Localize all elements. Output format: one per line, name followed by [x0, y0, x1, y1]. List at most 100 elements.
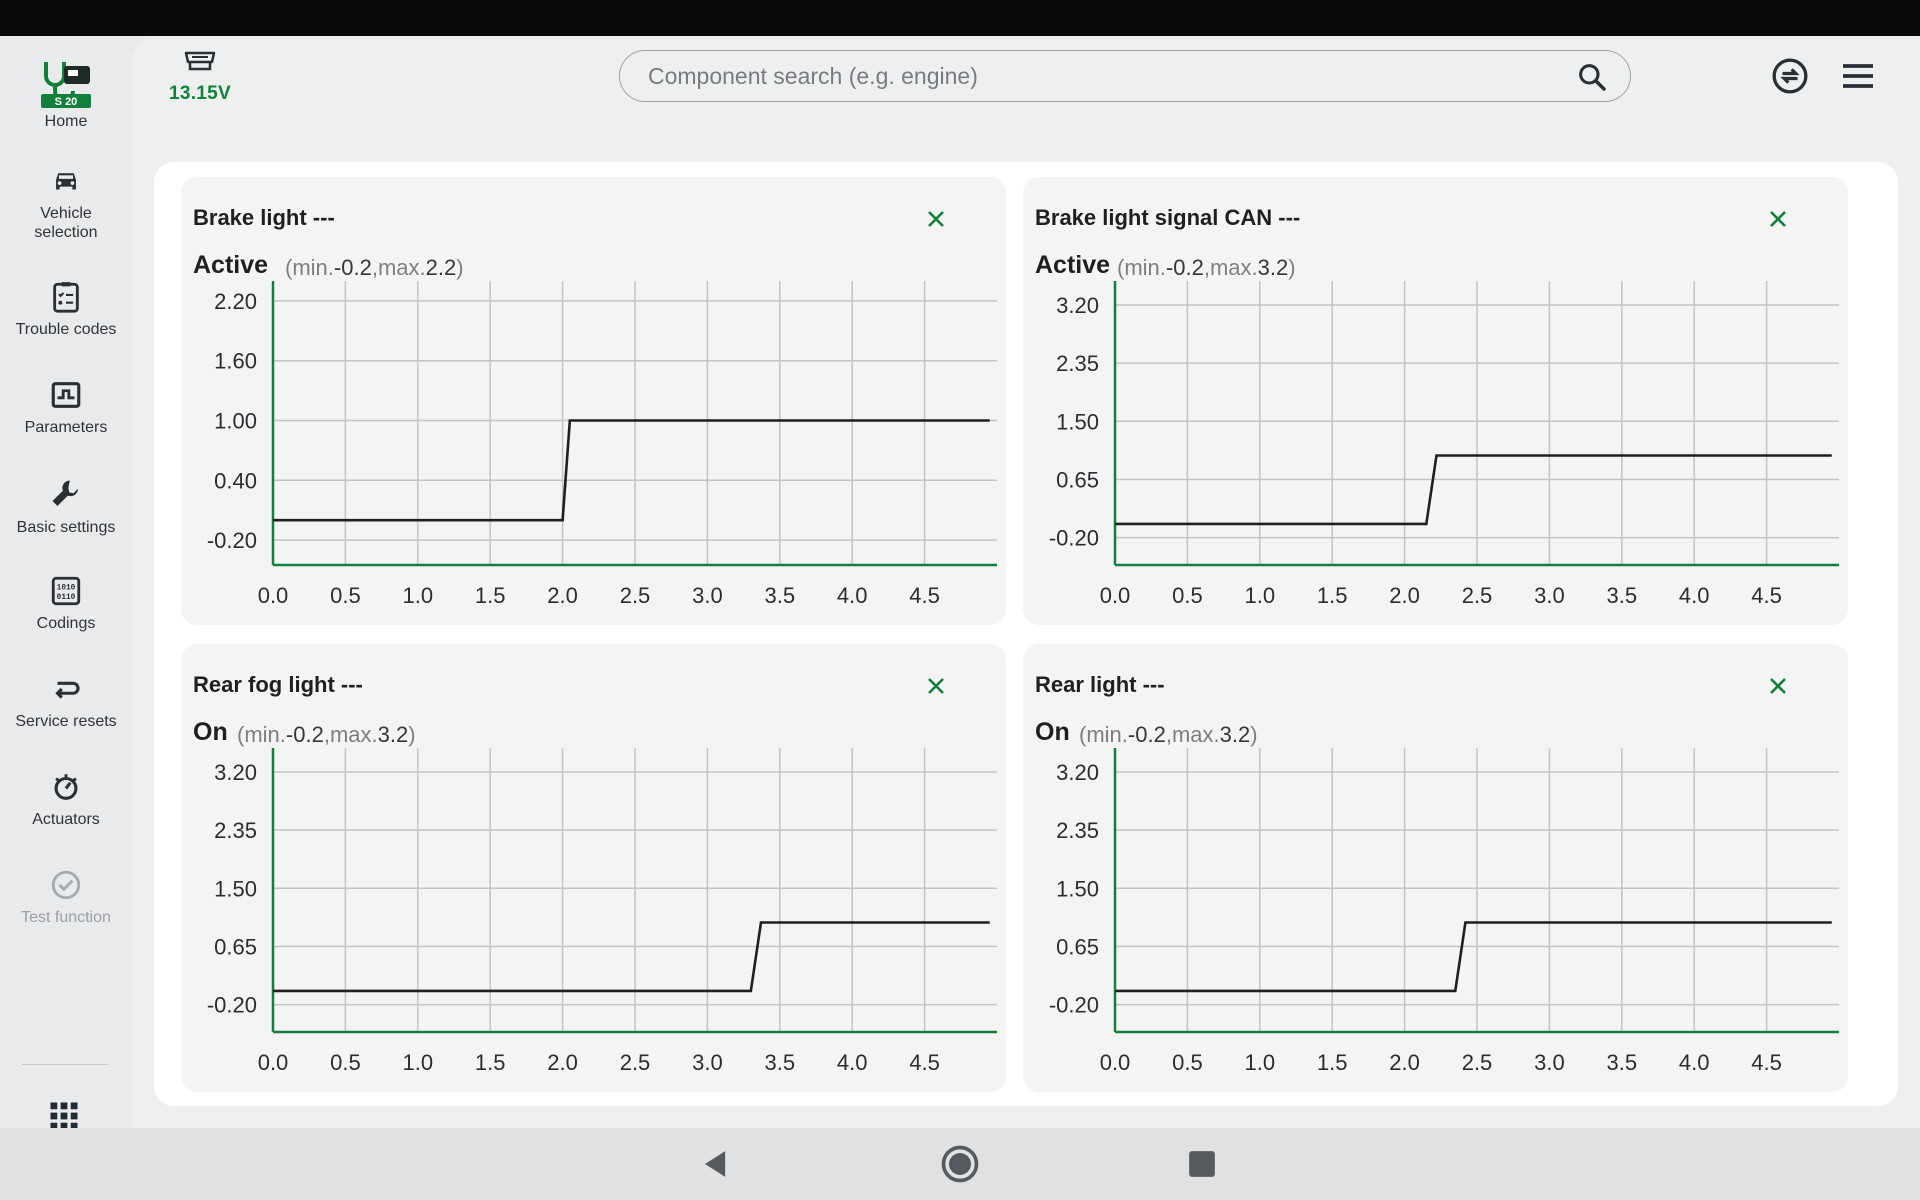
card-status: On: [1035, 718, 1070, 746]
wrench-icon: [52, 480, 78, 506]
x-tick-label: 0.0: [258, 583, 289, 608]
stethoscope-logo-icon: S 20: [41, 62, 91, 108]
x-tick-label: 0.5: [330, 583, 361, 608]
x-tick-label: 3.5: [765, 583, 796, 608]
y-tick-label: 3.20: [1056, 293, 1099, 318]
close-icon[interactable]: [924, 207, 948, 231]
sidebar-item-label: Basic settings: [16, 519, 116, 536]
sidebar: S 20 Home Vehicle selection Trouble code…: [0, 36, 132, 1130]
y-tick-label: 1.50: [1056, 409, 1099, 434]
x-tick-label: 2.0: [547, 1050, 578, 1075]
x-tick-label: 3.5: [1607, 583, 1638, 608]
voltage-value: 13.15V: [168, 83, 232, 104]
component-search[interactable]: [619, 50, 1631, 102]
graph-card-brake-light-signal-can: Brake light signal CAN --- Active (min.-…: [1023, 177, 1848, 625]
close-icon[interactable]: [924, 674, 948, 698]
x-tick-label: 1.5: [1317, 1050, 1348, 1075]
battery-voltage: 13.15V: [160, 50, 240, 105]
sidebar-item-codings[interactable]: 1010 0110 Codings: [0, 574, 132, 633]
x-tick-label: 3.5: [1607, 1050, 1638, 1075]
y-tick-label: 2.20: [214, 289, 257, 314]
main-content: 13.15V Brake light --- Active (min.-0.2,…: [132, 36, 1920, 1128]
x-tick-label: 0.0: [1100, 1050, 1131, 1075]
sidebar-item-service-resets[interactable]: Service resets: [0, 672, 132, 731]
x-tick-label: 4.0: [837, 1050, 868, 1075]
y-tick-label: 1.50: [1056, 876, 1099, 901]
sync-icon[interactable]: [1770, 56, 1810, 96]
x-tick-label: 3.0: [1534, 1050, 1565, 1075]
signal-trace: [1115, 454, 1832, 526]
x-tick-label: 2.5: [620, 1050, 651, 1075]
graph-panel: Brake light --- Active (min.-0.2,max.2.2…: [154, 162, 1898, 1106]
y-tick-label: 0.65: [1056, 934, 1099, 959]
x-tick-label: 4.5: [909, 583, 940, 608]
sidebar-item-vehicle-selection[interactable]: Vehicle selection: [0, 164, 132, 242]
svg-text:1010: 1010: [57, 585, 76, 593]
y-tick-label: 1.60: [214, 349, 257, 374]
line-chart: 0.0 0.5 1.0 1.5 2.0 2.5 3.0 3.5 4.0 4.5 2.20 1.60 1.…: [207, 281, 997, 608]
card-title: Brake light ---: [193, 205, 335, 230]
system-status-bar: [0, 0, 1920, 36]
y-tick-label: 2.35: [1056, 818, 1099, 843]
sidebar-divider: [22, 1064, 108, 1065]
x-tick-label: 1.5: [475, 1050, 506, 1075]
x-tick-label: 3.0: [1534, 583, 1565, 608]
home-circle-icon[interactable]: [938, 1142, 982, 1186]
close-icon[interactable]: [1766, 674, 1790, 698]
sidebar-item-label: Codings: [36, 615, 96, 632]
x-tick-label: 2.5: [1462, 1050, 1493, 1075]
x-tick-label: 4.5: [1751, 583, 1782, 608]
sidebar-item-test-function[interactable]: Test function: [0, 868, 132, 927]
sidebar-item-home[interactable]: S 20 Home: [0, 58, 132, 131]
x-tick-label: 1.5: [1317, 583, 1348, 608]
recents-square-icon[interactable]: [1180, 1142, 1224, 1186]
sidebar-item-actuators[interactable]: Actuators: [0, 770, 132, 829]
x-tick-label: 2.0: [1389, 1050, 1420, 1075]
sidebar-item-parameters[interactable]: Parameters: [0, 378, 132, 437]
signal-trace: [273, 921, 990, 993]
search-input[interactable]: [648, 59, 1548, 93]
sidebar-item-trouble-codes[interactable]: Trouble codes: [0, 280, 132, 339]
return-arrow-icon: [55, 681, 80, 699]
car-icon: [56, 173, 76, 190]
line-chart: 0.0 0.5 1.0 1.5 2.0 2.5 3.0 3.5 4.0 4.5 3.20 2.35 1.…: [1049, 748, 1839, 1075]
card-title: Brake light signal CAN ---: [1035, 205, 1301, 230]
x-tick-label: 3.0: [692, 1050, 723, 1075]
graph-card-rear-light: Rear light --- On (min.-0.2,max.3.2) 0.0…: [1023, 644, 1848, 1092]
x-tick-label: 0.5: [1172, 1050, 1203, 1075]
y-tick-label: 3.20: [1056, 760, 1099, 785]
graph-card-rear-fog-light: Rear fog light --- On (min.-0.2,max.3.2)…: [181, 644, 1006, 1092]
close-icon[interactable]: [1766, 207, 1790, 231]
menu-icon[interactable]: [1838, 56, 1878, 96]
y-tick-label: 0.65: [214, 934, 257, 959]
back-triangle-icon[interactable]: [694, 1142, 738, 1186]
signal-monitor-icon: [51, 382, 81, 408]
x-tick-label: 1.0: [403, 1050, 434, 1075]
x-tick-label: 3.0: [692, 583, 723, 608]
y-tick-label: 2.35: [1056, 351, 1099, 376]
x-tick-label: 1.0: [1245, 583, 1276, 608]
x-tick-label: 0.0: [258, 1050, 289, 1075]
y-tick-label: -0.20: [207, 993, 257, 1018]
y-tick-label: 0.65: [1056, 467, 1099, 492]
card-status: Active: [193, 251, 269, 279]
sidebar-item-label: Parameters: [24, 419, 108, 436]
line-chart: 0.0 0.5 1.0 1.5 2.0 2.5 3.0 3.5 4.0 4.5 3.20 2.35 1.…: [1049, 281, 1839, 608]
x-tick-label: 4.0: [1679, 1050, 1710, 1075]
sidebar-item-label: Home: [44, 113, 88, 130]
sidebar-item-label: Test function: [21, 909, 111, 926]
card-status: Active: [1035, 251, 1111, 279]
search-icon[interactable]: [1576, 61, 1608, 93]
x-tick-label: 1.0: [403, 583, 434, 608]
sidebar-item-label: Trouble codes: [15, 321, 117, 338]
x-tick-label: 2.5: [1462, 583, 1493, 608]
x-tick-label: 3.5: [765, 1050, 796, 1075]
svg-text:0110: 0110: [57, 594, 76, 602]
signal-trace: [1115, 921, 1832, 993]
sidebar-item-label: Vehicle selection: [34, 205, 98, 241]
clipboard-checklist-icon: [53, 282, 79, 313]
sidebar-item-basic-settings[interactable]: Basic settings: [0, 476, 132, 537]
graph-card-brake-light: Brake light --- Active (min.-0.2,max.2.2…: [181, 177, 1006, 625]
y-tick-label: 1.00: [214, 409, 257, 434]
x-tick-label: 2.0: [547, 583, 578, 608]
